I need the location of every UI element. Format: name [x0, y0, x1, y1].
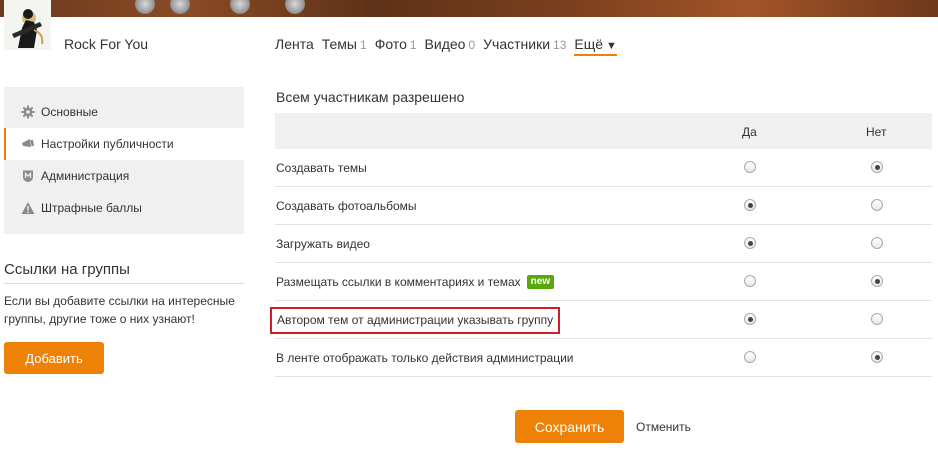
group-top-nav: Лента Темы 1 Фото 1 Видео 0 Участники 13 Ещё…	[275, 36, 625, 56]
knob-decoration	[230, 0, 250, 14]
nav-videos-count: 0	[468, 38, 476, 52]
permission-label-text: Создавать темы	[276, 161, 367, 175]
permission-label-text: В ленте отображать только действия админ…	[276, 351, 574, 365]
cancel-link[interactable]: Отменить	[636, 420, 691, 434]
nav-topics[interactable]: Темы 1	[322, 36, 367, 56]
nav-members-count: 13	[553, 38, 567, 52]
knob-decoration	[285, 0, 305, 14]
permission-row-author-as-group: Автором тем от администрации указывать г…	[270, 301, 932, 339]
warning-icon	[21, 201, 35, 215]
nav-feed[interactable]: Лента	[275, 36, 314, 56]
gear-icon	[21, 105, 35, 119]
radio-no[interactable]	[871, 351, 883, 363]
permission-label-text: Размещать ссылки в комментариях и темах	[276, 275, 521, 289]
permission-label-highlighted: Автором тем от администрации указывать г…	[270, 307, 561, 334]
save-button[interactable]: Сохранить	[515, 410, 624, 443]
menu-item-penalty-points[interactable]: Штрафные баллы	[4, 192, 244, 224]
radio-yes[interactable]	[744, 275, 756, 287]
column-header-no: Нет	[866, 125, 887, 139]
radio-yes[interactable]	[744, 161, 756, 173]
permission-row-admin-only-feed: В ленте отображать только действия админ…	[275, 339, 932, 377]
radio-no[interactable]	[871, 275, 883, 287]
new-badge: new	[526, 275, 555, 289]
group-links-title: Ссылки на группы	[4, 261, 244, 284]
radio-no[interactable]	[871, 237, 883, 249]
permissions-table: Да Нет Создавать темы Создавать фотоальб…	[270, 113, 932, 377]
menu-item-administration[interactable]: Администрация	[4, 160, 244, 192]
nav-more-dropdown[interactable]: Ещё ▼	[574, 36, 617, 56]
add-group-link-button[interactable]: Добавить	[4, 342, 104, 374]
knob-decoration	[170, 0, 190, 14]
group-name[interactable]: Rock For You	[64, 36, 148, 52]
nav-videos-label: Видео	[424, 36, 466, 52]
permission-label-text: Загружать видео	[276, 237, 370, 251]
permission-label: Загружать видео	[276, 237, 370, 251]
permission-row-upload-video: Загружать видео	[275, 225, 932, 263]
nav-more-label: Ещё	[574, 36, 604, 52]
menu-item-administration-label: Администрация	[41, 169, 130, 183]
permission-label: В ленте отображать только действия админ…	[276, 351, 573, 365]
nav-photos[interactable]: Фото 1	[375, 36, 417, 56]
column-header-yes: Да	[742, 125, 757, 139]
nav-topics-count: 1	[360, 38, 367, 52]
nav-videos[interactable]: Видео 0	[425, 36, 476, 56]
permission-row-create-albums: Создавать фотоальбомы	[275, 187, 932, 225]
permission-label: Создавать темы	[276, 161, 367, 175]
nav-members-label: Участники	[483, 36, 551, 52]
permission-label: Создавать фотоальбомы	[276, 199, 417, 213]
permission-label-text: Автором тем от администрации указывать г…	[277, 313, 554, 327]
menu-item-penalty-points-label: Штрафные баллы	[41, 201, 142, 215]
settings-menu: Основные Настройки публичности Администр…	[4, 87, 244, 234]
permission-row-post-links: Размещать ссылки в комментариях и темах n…	[275, 263, 932, 301]
menu-item-general-label: Основные	[41, 105, 98, 119]
group-avatar[interactable]	[4, 0, 51, 50]
radio-yes[interactable]	[744, 237, 756, 249]
megaphone-icon	[21, 137, 35, 151]
menu-item-general[interactable]: Основные	[4, 96, 244, 128]
chevron-down-icon: ▼	[606, 40, 617, 52]
group-cover-banner	[0, 0, 938, 17]
permission-label-text: Создавать фотоальбомы	[276, 199, 417, 213]
radio-yes[interactable]	[744, 199, 756, 211]
nav-topics-label: Темы	[321, 36, 357, 52]
permissions-title: Всем участникам разрешено	[276, 89, 465, 105]
radio-no[interactable]	[871, 313, 883, 325]
knob-decoration	[135, 0, 155, 14]
nav-members[interactable]: Участники 13	[483, 36, 566, 56]
radio-yes[interactable]	[744, 313, 756, 325]
permissions-table-header: Да Нет	[275, 113, 932, 149]
nav-photos-count: 1	[409, 38, 417, 52]
radio-no[interactable]	[871, 161, 883, 173]
permission-label: Размещать ссылки в комментариях и темах n…	[276, 275, 555, 289]
radio-yes[interactable]	[744, 351, 756, 363]
nav-photos-label: Фото	[374, 36, 407, 52]
radio-no[interactable]	[871, 199, 883, 211]
menu-item-publicity[interactable]: Настройки публичности	[4, 128, 244, 160]
group-links-description: Если вы добавите ссылки на интересные гр…	[4, 294, 235, 326]
permission-row-create-topics: Создавать темы	[275, 149, 932, 187]
nav-feed-label: Лента	[275, 36, 314, 52]
shield-m-icon	[21, 169, 35, 183]
menu-item-publicity-label: Настройки публичности	[41, 137, 174, 151]
